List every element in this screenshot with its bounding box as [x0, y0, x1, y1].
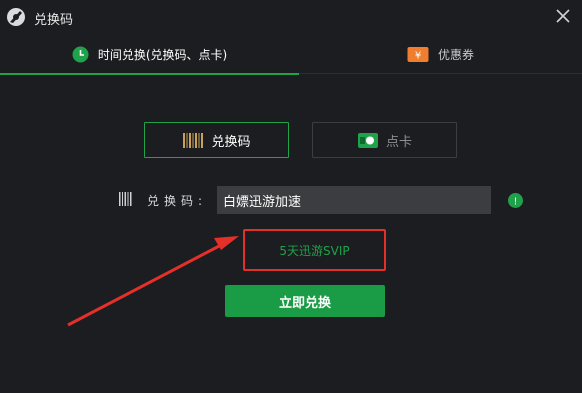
- redeem-result-text: 5天迅游SVIP: [279, 243, 350, 258]
- mode-redeem-code-label: 兑换码: [211, 134, 251, 150]
- barcode-icon: [119, 192, 132, 206]
- mode-point-card-label: 点卡: [385, 134, 412, 150]
- mode-point-card-button[interactable]: 点卡: [312, 122, 457, 158]
- redeem-code-input[interactable]: [217, 186, 491, 214]
- tab-coupon[interactable]: ¥ 优惠券: [299, 34, 582, 74]
- tab-coupon-label: 优惠券: [437, 47, 474, 62]
- redeem-result-box: 5天迅游SVIP: [243, 229, 386, 271]
- title-bar: 兑换码: [0, 0, 582, 34]
- barcode-icon: [183, 132, 204, 148]
- tab-time-label: 时间兑换(兑换码、点卡): [97, 47, 228, 62]
- svg-text:!: !: [513, 197, 517, 208]
- point-card-icon: [357, 132, 378, 148]
- tab-bar: 时间兑换(兑换码、点卡) ¥ 优惠券: [0, 34, 582, 75]
- mode-redeem-code-button[interactable]: 兑换码: [144, 122, 289, 158]
- app-logo-icon: [7, 8, 25, 26]
- check-icon: !: [508, 193, 523, 208]
- redeem-now-button[interactable]: 立即兑换: [225, 285, 385, 317]
- clock-icon: [72, 46, 89, 62]
- window-title: 兑换码: [34, 13, 74, 28]
- redeem-code-label: 兑换码:: [147, 194, 208, 208]
- tab-time-redeem[interactable]: 时间兑换(兑换码、点卡): [0, 34, 299, 75]
- coupon-icon: ¥: [407, 46, 429, 62]
- close-icon[interactable]: [554, 7, 572, 25]
- svg-text:¥: ¥: [415, 50, 421, 61]
